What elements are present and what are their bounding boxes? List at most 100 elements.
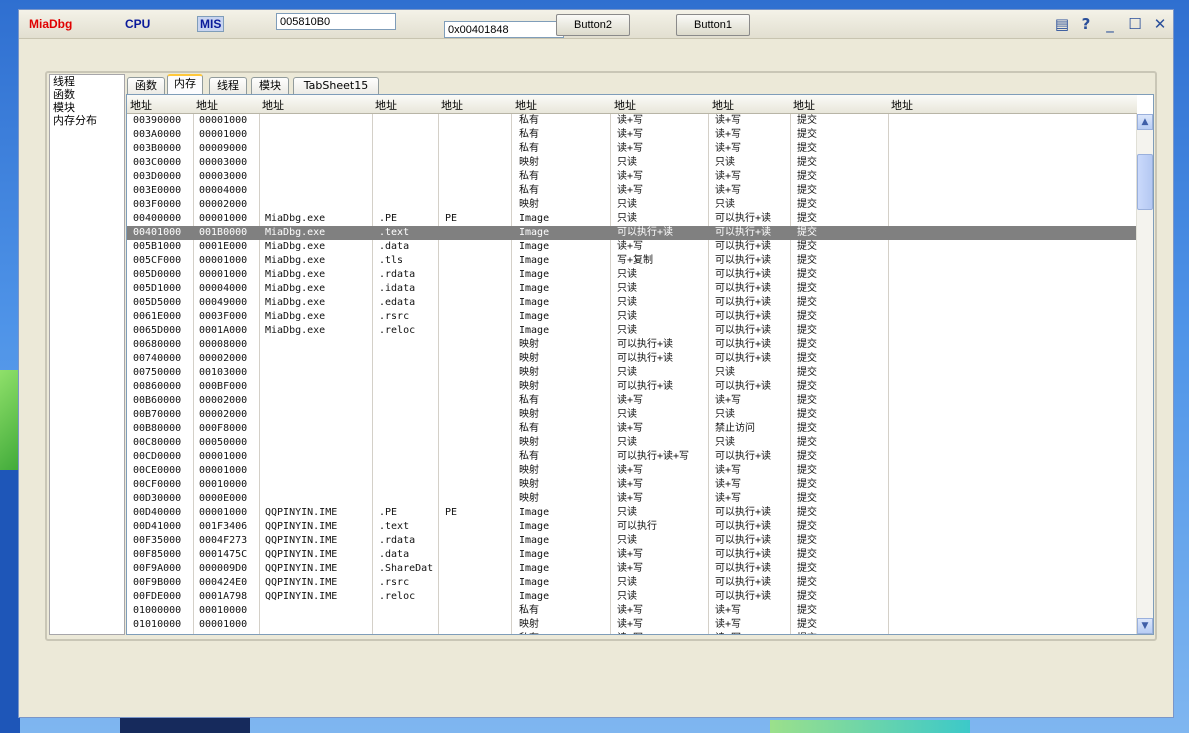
table-cell <box>445 128 515 142</box>
table-cell <box>445 520 515 534</box>
table-row[interactable]: 私有 读+写 读+写 提交 <box>127 632 1137 634</box>
table-row[interactable]: 00F9B000 000424E0 QQPINYIN.IME .rsrc Image 只读… <box>127 576 1137 590</box>
table-row[interactable]: 00CD0000 00001000 私有 可以执行+读+写 可以执行+读 提交 <box>127 450 1137 464</box>
table-row[interactable]: 00B80000 000F8000 私有 读+写 禁止访问 提交 <box>127 422 1137 436</box>
table-row[interactable]: 00CF0000 00010000 映射 读+写 读+写 提交 <box>127 478 1137 492</box>
table-row[interactable]: 005D5000 00049000 MiaDbg.exe .edata Image 只读 可… <box>127 296 1137 310</box>
table-cell: 提交 <box>797 339 817 350</box>
table-cell: 00860000 <box>133 381 182 392</box>
table-row[interactable]: 00F85000 0001475C QQPINYIN.IME .data Image 读+… <box>127 548 1137 562</box>
column-header[interactable]: 地址 <box>441 97 463 113</box>
table-cell: 00001000 <box>199 255 248 266</box>
table-row[interactable]: 00750000 00103000 映射 只读 只读 提交 <box>127 366 1137 380</box>
column-header[interactable]: 地址 <box>891 97 913 113</box>
help-icon[interactable]: ? <box>1077 15 1095 33</box>
table-row[interactable]: 0061E000 0003F000 MiaDbg.exe .rsrc Image 只读 可以… <box>127 310 1137 324</box>
table-cell: 提交 <box>797 423 817 434</box>
table-row[interactable]: 00390000 00001000 私有 读+写 读+写 提交 <box>127 114 1137 128</box>
table-row[interactable]: 00740000 00002000 映射 可以执行+读 可以执行+读 提交 <box>127 352 1137 366</box>
cpu-tab[interactable]: CPU <box>125 17 150 31</box>
table-row[interactable]: 00B60000 00002000 私有 读+写 读+写 提交 <box>127 394 1137 408</box>
table-cell: 00002000 <box>199 353 248 364</box>
scroll-up-icon[interactable]: ▲ <box>1137 114 1153 130</box>
table-row[interactable]: 01000000 00010000 私有 读+写 读+写 提交 <box>127 604 1137 618</box>
table-row[interactable]: 00F35000 0004F273 QQPINYIN.IME .rdata Image 只… <box>127 534 1137 548</box>
table-row[interactable]: 005D0000 00001000 MiaDbg.exe .rdata Image 只读 可… <box>127 268 1137 282</box>
table-cell <box>265 156 375 170</box>
sidenav-item-memory-map[interactable]: 内存分布 <box>50 114 124 127</box>
table-row[interactable]: 003B0000 00009000 私有 读+写 读+写 提交 <box>127 142 1137 156</box>
table-row[interactable]: 003C0000 00003000 映射 只读 只读 提交 <box>127 156 1137 170</box>
table-cell <box>265 128 375 142</box>
sidenav-item-functions[interactable]: 函数 <box>50 88 124 101</box>
table-row[interactable]: 0065D000 0001A000 MiaDbg.exe .reloc Image 只读 可… <box>127 324 1137 338</box>
table-cell: 0004F273 <box>199 535 248 546</box>
table-row[interactable]: 005CF000 00001000 MiaDbg.exe .tls Image 写+复制 可… <box>127 254 1137 268</box>
table-row[interactable]: 003A0000 00001000 私有 读+写 读+写 提交 <box>127 128 1137 142</box>
scroll-down-icon[interactable]: ▼ <box>1137 618 1153 634</box>
tab-modules[interactable]: 模块 <box>251 77 289 94</box>
table-row[interactable]: 003E0000 00004000 私有 读+写 读+写 提交 <box>127 184 1137 198</box>
table-row[interactable]: 00B70000 00002000 映射 只读 只读 提交 <box>127 408 1137 422</box>
sidenav-item-modules[interactable]: 模块 <box>50 101 124 114</box>
table-cell: Image <box>519 507 550 518</box>
tab-tabsheet15[interactable]: TabSheet15 <box>293 77 379 94</box>
table-cell: 映射 <box>519 437 539 448</box>
table-cell <box>265 464 375 478</box>
column-header[interactable]: 地址 <box>515 97 537 113</box>
column-header[interactable]: 地址 <box>196 97 218 113</box>
table-cell: Image <box>519 213 550 224</box>
tab-functions[interactable]: 函数 <box>127 77 165 94</box>
column-header[interactable]: 地址 <box>375 97 397 113</box>
tab-threads[interactable]: 线程 <box>209 77 247 94</box>
table-row[interactable]: 00680000 00008000 映射 可以执行+读 可以执行+读 提交 <box>127 338 1137 352</box>
address-expression-input[interactable]: 0x00401848 <box>444 21 564 38</box>
memory-grid[interactable]: 地址 地址 地址 地址 地址 地址 地址 地址 地址 地址 00390000 00… <box>126 94 1154 635</box>
close-icon[interactable]: ✕ <box>1151 15 1169 33</box>
button2[interactable]: Button2 <box>556 14 630 36</box>
table-row[interactable]: 00CE0000 00001000 映射 读+写 读+写 提交 <box>127 464 1137 478</box>
table-row[interactable]: 003D0000 00003000 私有 读+写 读+写 提交 <box>127 170 1137 184</box>
vertical-scrollbar[interactable]: ▲ ▼ <box>1136 114 1153 634</box>
column-header[interactable]: 地址 <box>130 97 152 113</box>
table-cell: MiaDbg.exe <box>265 283 326 294</box>
tab-memory[interactable]: 内存 <box>167 74 203 95</box>
table-row[interactable]: 00C80000 00050000 映射 只读 只读 提交 <box>127 436 1137 450</box>
table-cell <box>379 492 441 506</box>
table-row[interactable]: 00D40000 00001000 QQPINYIN.IME .PE PE Image 只读… <box>127 506 1137 520</box>
table-cell: 只读 <box>617 507 637 518</box>
maximize-icon[interactable]: ☐ <box>1126 15 1144 33</box>
table-row[interactable]: 005B1000 0001E000 MiaDbg.exe .data Image 读+写 可… <box>127 240 1137 254</box>
address-input[interactable]: 005810B0 <box>276 13 396 30</box>
table-row[interactable]: 00400000 00001000 MiaDbg.exe .PE PE Image 只读 可以… <box>127 212 1137 226</box>
table-cell: 00B70000 <box>133 409 182 420</box>
table-cell: 00001000 <box>199 507 248 518</box>
table-row[interactable]: 005D1000 00004000 MiaDbg.exe .idata Image 只读 可… <box>127 282 1137 296</box>
table-cell: 00002000 <box>199 395 248 406</box>
minimize-icon[interactable]: _ <box>1101 15 1119 33</box>
table-row[interactable]: 00D41000 001F3406 QQPINYIN.IME .text Image 可以… <box>127 520 1137 534</box>
mis-tab[interactable]: MIS <box>197 16 225 32</box>
table-cell: 00C80000 <box>133 437 182 448</box>
list-icon[interactable]: ▤ <box>1053 15 1071 33</box>
table-row[interactable]: 00860000 000BF000 映射 可以执行+读 可以执行+读 提交 <box>127 380 1137 394</box>
table-row[interactable]: 00F9A000 000009D0 QQPINYIN.IME .ShareDat Ima… <box>127 562 1137 576</box>
table-cell: 只读 <box>617 157 637 168</box>
table-cell: 可以执行+读 <box>617 227 674 238</box>
table-row[interactable]: 00FDE000 0001A798 QQPINYIN.IME .reloc Image 只… <box>127 590 1137 604</box>
table-row[interactable]: 00D30000 0000E000 映射 读+写 读+写 提交 <box>127 492 1137 506</box>
column-header[interactable]: 地址 <box>793 97 815 113</box>
table-cell: 003D0000 <box>133 171 182 182</box>
table-cell: 提交 <box>797 227 817 238</box>
scroll-thumb[interactable] <box>1137 154 1153 210</box>
button1[interactable]: Button1 <box>676 14 750 36</box>
column-header[interactable]: 地址 <box>262 97 284 113</box>
brand-label[interactable]: MiaDbg <box>29 17 72 31</box>
table-row[interactable]: 003F0000 00002000 映射 只读 只读 提交 <box>127 198 1137 212</box>
table-cell: 003F0000 <box>133 199 182 210</box>
column-header[interactable]: 地址 <box>712 97 734 113</box>
sidenav-item-threads[interactable]: 线程 <box>50 75 124 88</box>
column-header[interactable]: 地址 <box>614 97 636 113</box>
table-row[interactable]: 00401000 001B0000 MiaDbg.exe .text Image 可以执行… <box>127 226 1137 240</box>
table-row[interactable]: 01010000 00001000 映射 读+写 读+写 提交 <box>127 618 1137 632</box>
